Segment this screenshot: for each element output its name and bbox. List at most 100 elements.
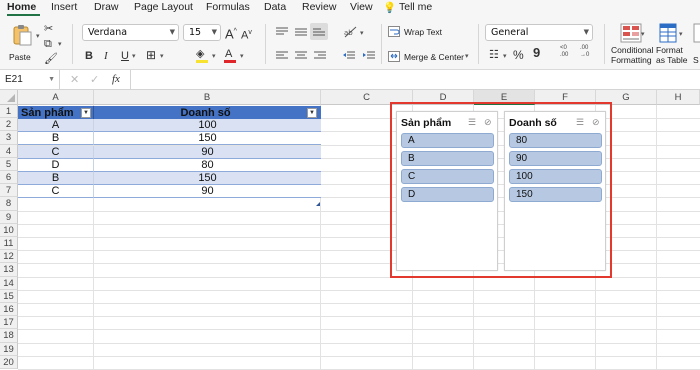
- tab-view[interactable]: View: [350, 1, 373, 13]
- row-header[interactable]: 14: [0, 276, 18, 290]
- format-as-table-button[interactable]: ▾ Format as Table: [655, 21, 691, 67]
- paste-options-chevron-icon[interactable]: ▾: [36, 32, 40, 40]
- tab-data[interactable]: Data: [264, 1, 286, 13]
- tab-review[interactable]: Review: [302, 1, 336, 13]
- column-header-h[interactable]: H: [657, 90, 700, 105]
- conditional-formatting-button[interactable]: ▾ Conditional Formatting: [609, 21, 655, 67]
- row-header[interactable]: 13: [0, 263, 18, 277]
- wrap-text-button[interactable]: Wrap Text: [388, 25, 464, 39]
- fill-color-button[interactable]: ◈: [196, 47, 210, 63]
- align-right-icon[interactable]: [314, 51, 326, 61]
- insert-function-button[interactable]: fx: [112, 73, 120, 85]
- row-header[interactable]: 5: [0, 157, 18, 171]
- row-header[interactable]: 11: [0, 237, 18, 251]
- font-name-combo[interactable]: Verdana ▼: [82, 24, 179, 41]
- tell-me[interactable]: Tell me: [399, 1, 432, 13]
- cell-styles-button[interactable]: S: [692, 21, 700, 67]
- table-cell-product[interactable]: D: [18, 158, 94, 172]
- italic-button[interactable]: I: [104, 49, 108, 63]
- align-bottom-button[interactable]: [310, 23, 328, 40]
- column-header-a[interactable]: A: [18, 90, 94, 105]
- column-header-b[interactable]: B: [94, 90, 321, 105]
- number-format-value: General: [491, 27, 529, 38]
- table-cell-product[interactable]: B: [18, 132, 94, 146]
- row-header[interactable]: 4: [0, 144, 18, 158]
- tab-page-layout[interactable]: Page Layout: [134, 1, 193, 13]
- table-cell-product[interactable]: C: [18, 185, 94, 199]
- bold-button[interactable]: B: [85, 49, 93, 63]
- table-cell-sales[interactable]: 150: [94, 172, 321, 185]
- name-box[interactable]: E21 ▼: [0, 70, 60, 90]
- borders-chevron-icon[interactable]: ▾: [160, 52, 164, 60]
- number-format-combo[interactable]: General ▼: [485, 24, 593, 41]
- tab-formulas[interactable]: Formulas: [206, 1, 250, 13]
- underline-chevron-icon[interactable]: ▾: [132, 52, 136, 60]
- table-cell-sales[interactable]: 90: [94, 145, 321, 159]
- underline-button[interactable]: U: [121, 49, 129, 63]
- font-size-combo[interactable]: 15 ▼: [183, 24, 221, 41]
- copy-options-chevron-icon[interactable]: ▾: [58, 40, 62, 48]
- row-header[interactable]: 3: [0, 131, 18, 145]
- copy-icon[interactable]: ⧉: [44, 37, 52, 51]
- clipboard-icon: [13, 25, 32, 46]
- align-middle-icon[interactable]: [295, 27, 307, 37]
- decrease-indent-icon[interactable]: [343, 51, 355, 61]
- filter-dropdown-icon[interactable]: ▼: [81, 108, 91, 118]
- row-header[interactable]: 7: [0, 184, 18, 198]
- fill-color-chevron-icon[interactable]: ▾: [212, 52, 216, 60]
- merge-center-button[interactable]: Merge & Center ▾: [388, 50, 470, 64]
- text-orientation-icon[interactable]: ab: [344, 26, 358, 38]
- increase-indent-icon[interactable]: [363, 51, 375, 61]
- row-header[interactable]: 9: [0, 210, 18, 224]
- table-cell-product[interactable]: B: [18, 172, 94, 185]
- row-header[interactable]: 2: [0, 118, 18, 132]
- row-header[interactable]: 15: [0, 289, 18, 303]
- decrease-font-button[interactable]: Av: [241, 26, 252, 43]
- row-header[interactable]: 17: [0, 316, 18, 330]
- table-resize-handle[interactable]: [316, 202, 320, 206]
- align-left-icon[interactable]: [276, 51, 288, 61]
- row-header[interactable]: 8: [0, 197, 18, 211]
- table-header-san-pham[interactable]: Sản phẩm ▼: [18, 106, 94, 120]
- filter-dropdown-icon[interactable]: ▼: [307, 108, 317, 118]
- align-top-icon[interactable]: [276, 27, 288, 37]
- table-cell-sales[interactable]: 100: [94, 119, 321, 133]
- table-header-doanh-so[interactable]: Doanh số ▼: [94, 106, 321, 120]
- decrease-decimal-button[interactable]: .00 →0: [580, 45, 596, 63]
- row-header[interactable]: 1: [0, 105, 18, 119]
- borders-icon[interactable]: ⊞: [146, 48, 156, 62]
- table-cell-product[interactable]: C: [18, 145, 94, 159]
- cancel-icon[interactable]: ✕: [70, 73, 79, 86]
- paste-button[interactable]: Paste: [6, 22, 38, 66]
- row-header[interactable]: 6: [0, 171, 18, 185]
- align-center-icon[interactable]: [295, 51, 307, 61]
- tab-insert[interactable]: Insert: [51, 1, 77, 13]
- accounting-format-icon[interactable]: ☷: [489, 48, 499, 62]
- formula-input[interactable]: [136, 73, 696, 87]
- row-header[interactable]: 18: [0, 329, 18, 343]
- row-header[interactable]: 10: [0, 223, 18, 237]
- font-color-button[interactable]: A: [224, 47, 238, 63]
- accounting-chevron-icon[interactable]: ▾: [503, 52, 507, 60]
- orientation-chevron-icon[interactable]: ▾: [360, 29, 364, 37]
- table-cell-sales[interactable]: 90: [94, 185, 321, 199]
- tab-home[interactable]: Home: [7, 1, 36, 13]
- format-painter-icon[interactable]: 🖌: [44, 52, 58, 66]
- row-header[interactable]: 16: [0, 303, 18, 317]
- percent-style-button[interactable]: %: [513, 48, 524, 62]
- enter-icon[interactable]: ✓: [90, 73, 99, 86]
- row-header[interactable]: 19: [0, 342, 18, 356]
- table-cell-product[interactable]: A: [18, 119, 94, 133]
- table-cell-sales[interactable]: 80: [94, 158, 321, 172]
- decrease-decimal-label: .00: [580, 45, 589, 51]
- row-header[interactable]: 12: [0, 250, 18, 264]
- cut-icon[interactable]: ✂: [44, 22, 53, 36]
- increase-decimal-button[interactable]: <0.00: [560, 45, 576, 63]
- font-color-chevron-icon[interactable]: ▾: [240, 52, 244, 60]
- row-header[interactable]: 20: [0, 355, 18, 369]
- tab-draw[interactable]: Draw: [94, 1, 119, 13]
- comma-style-button[interactable]: 9: [533, 46, 540, 60]
- select-all-corner[interactable]: [0, 90, 18, 105]
- increase-font-button[interactable]: A^: [225, 25, 237, 41]
- table-cell-sales[interactable]: 150: [94, 132, 321, 146]
